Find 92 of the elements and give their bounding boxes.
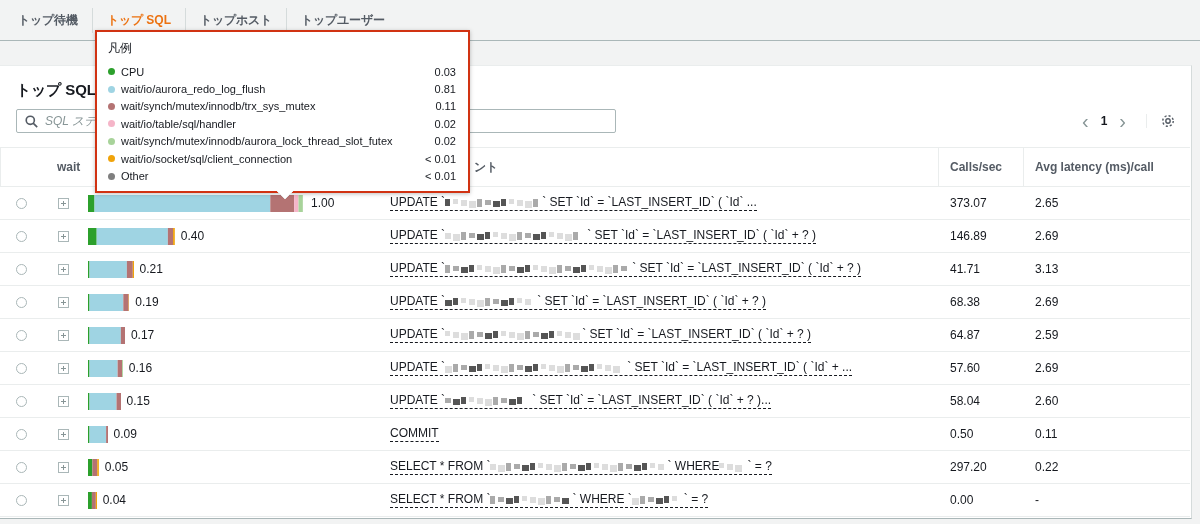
column-header[interactable]: Avg latency (ms)/call (1023, 147, 1190, 187)
sql-statement-link[interactable]: UPDATE ` ` SET `Id` = `LAST_INSERT_ID` ( `Id` + ? ) (390, 228, 817, 244)
legend-label: wait/io/socket/sql/client_connection (121, 152, 294, 165)
expand-icon[interactable] (58, 461, 69, 473)
table-cell: 57.60 (950, 361, 981, 375)
row-radio[interactable] (16, 329, 27, 341)
stacked-load-bar-drawing (88, 293, 130, 311)
legend-value: 0.81 (434, 83, 456, 96)
page-number[interactable]: 1 (1100, 114, 1108, 128)
table-cell: 3.13 (1035, 262, 1059, 276)
legend-label: wait/io/table/sql/handler (121, 117, 237, 130)
stacked-load-bar-drawing (88, 458, 99, 476)
sql-statement-link[interactable]: UPDATE ` ` SET `Id` = `LAST_INSERT_ID` ( `Id` + ? ) (390, 261, 862, 277)
table-cell: 2.69 (1035, 295, 1059, 309)
legend-label: wait/io/aurora_redo_log_flush (121, 83, 267, 96)
table-cell: 58.04 (950, 394, 981, 408)
table-cell: 0.50 (950, 427, 974, 441)
table-cell: 2.65 (1035, 196, 1059, 210)
expand-icon[interactable] (58, 329, 69, 341)
sql-statement-link[interactable]: UPDATE ` ` SET `Id` = `LAST_INSERT_ID` ( `Id` + ... (390, 360, 853, 376)
expand-icon[interactable] (58, 230, 69, 242)
row-radio[interactable] (16, 197, 27, 209)
table-cell: 0.00 (950, 493, 974, 507)
popover-title: 凡例 (108, 40, 133, 57)
stacked-load-bar-drawing (88, 491, 97, 509)
row-radio[interactable] (16, 362, 27, 374)
legend-value: 0.11 (435, 100, 456, 113)
row-radio[interactable] (16, 494, 27, 506)
settings-icon (1161, 114, 1175, 128)
table-cell: 2.69 (1035, 229, 1059, 243)
sql-statement-link[interactable]: UPDATE ` ` SET `Id` = `LAST_INSERT_ID` ( `Id` ... (390, 195, 757, 211)
table-cell: 2.60 (1035, 394, 1059, 408)
load-value: 0.04 (102, 493, 127, 507)
settings-button[interactable] (1146, 114, 1175, 128)
table-cell: 68.38 (950, 295, 981, 309)
stacked-load-bar-drawing (88, 260, 134, 278)
row-radio[interactable] (16, 230, 27, 242)
legend-label: Other (121, 170, 150, 183)
tab[interactable]: トップ待機 (4, 7, 93, 33)
expand-icon[interactable] (58, 428, 69, 440)
load-value: 0.19 (135, 295, 159, 309)
sql-statement-link[interactable]: SELECT * FROM ` ` WHERE ` = ? (390, 459, 772, 475)
expand-icon[interactable] (58, 263, 69, 275)
load-value: 0.40 (180, 229, 205, 243)
table-cell: 146.89 (950, 229, 987, 243)
sql-statement-link[interactable]: UPDATE ` ` SET `Id` = `LAST_INSERT_ID` ( `Id` + ? )... (390, 393, 772, 409)
row-radio[interactable] (16, 263, 27, 275)
row-radio[interactable] (16, 296, 27, 308)
sql-statement-link[interactable]: SELECT * FROM ` ` WHERE ` ` = ? (390, 492, 709, 508)
stacked-load-bar-drawing (88, 392, 121, 410)
load-value: 0.09 (113, 427, 137, 441)
legend-label: wait/synch/mutex/innodb/aurora_lock_thread_slot_futex (121, 135, 394, 148)
legend-value: 0.03 (434, 65, 456, 78)
tab[interactable]: トップユーザー (287, 7, 399, 33)
table-cell: 0.22 (1035, 460, 1059, 474)
expand-icon[interactable] (58, 362, 69, 374)
stacked-load-bar-drawing (88, 326, 125, 344)
legend-value: 0.02 (434, 135, 456, 148)
load-value: 0.17 (130, 328, 155, 342)
expand-icon[interactable] (58, 395, 69, 407)
stacked-load-bar-drawing (88, 359, 123, 377)
table-cell: 41.71 (950, 262, 981, 276)
table-cell: 64.87 (950, 328, 981, 342)
expand-icon[interactable] (58, 296, 69, 308)
expand-icon[interactable] (58, 494, 69, 506)
load-value: 0.05 (104, 460, 129, 474)
stacked-load-bar-drawing (88, 425, 108, 443)
load-value: 0.16 (128, 361, 153, 375)
row-radio[interactable] (16, 461, 27, 473)
legend-label: wait/synch/mutex/innodb/trx_sys_mutex (121, 100, 317, 113)
row-radio[interactable] (16, 395, 27, 407)
sql-statement-link[interactable]: UPDATE ` ` SET `Id` = `LAST_INSERT_ID` ( `Id` + ? ) (390, 294, 767, 310)
column-header[interactable]: Calls/sec (938, 147, 1023, 187)
table-cell: 373.07 (950, 196, 987, 210)
sql-statement-link[interactable]: COMMIT (390, 426, 439, 442)
sql-statement-link[interactable]: UPDATE ` ` SET `Id` = `LAST_INSERT_ID` ( `Id` + ? ) (390, 327, 812, 343)
legend-value: 0.02 (434, 117, 456, 130)
legend-value: < 0.01 (425, 152, 456, 165)
load-value: 1.00 (311, 196, 335, 210)
panel-title: トップ SQL (16, 80, 96, 100)
table-cell: 2.59 (1035, 328, 1059, 342)
table-cell: 0.11 (1035, 427, 1058, 441)
load-value: 0.21 (139, 262, 163, 276)
legend-label: CPU (121, 65, 146, 78)
table-cell: 2.69 (1035, 361, 1059, 375)
legend-value: < 0.01 (425, 170, 456, 183)
table-cell: 297.20 (950, 460, 987, 474)
row-radio[interactable] (16, 428, 27, 440)
load-value: 0.15 (126, 394, 150, 408)
table-cell: - (1035, 493, 1039, 507)
expand-icon[interactable] (58, 197, 69, 209)
search-icon (25, 115, 38, 128)
